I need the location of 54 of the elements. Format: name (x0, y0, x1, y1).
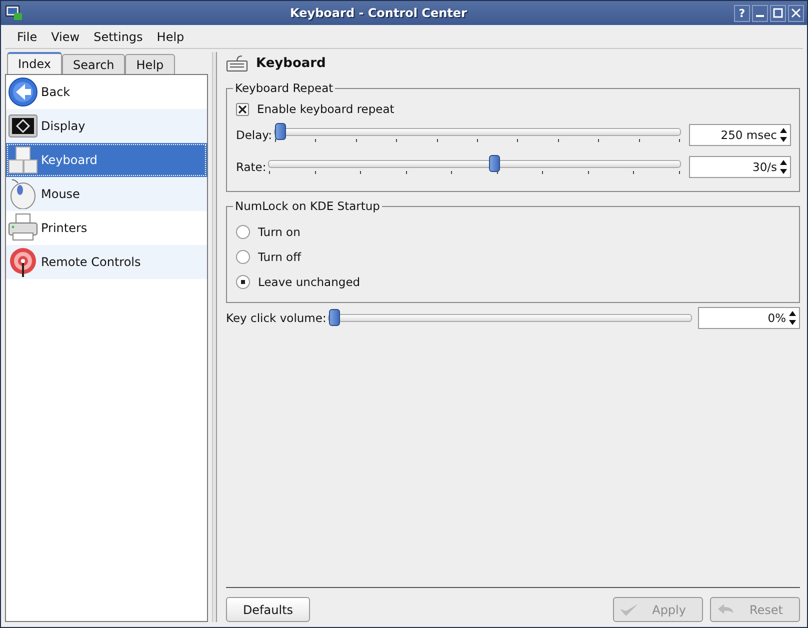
radio-label[interactable]: Turn on (258, 224, 300, 238)
radio-label[interactable]: Turn off (258, 250, 301, 264)
keys-icon (8, 145, 38, 175)
radio-button[interactable] (236, 250, 250, 264)
radio-button[interactable] (236, 274, 250, 288)
up-down-arrows-icon (788, 310, 797, 326)
check-icon (618, 602, 640, 618)
signal-antenna-icon (8, 247, 38, 277)
menu-item[interactable]: File (10, 30, 44, 44)
keyboard-icon (226, 54, 248, 72)
radio-button[interactable] (236, 224, 250, 238)
spin-box[interactable]: 30/s (689, 156, 791, 178)
up-down-arrows-icon (779, 127, 788, 143)
sidebar-item[interactable]: Keyboard (6, 143, 207, 177)
spin-box[interactable]: 250 msec (689, 124, 791, 146)
mouse-icon (8, 179, 38, 209)
computer-icon (5, 5, 23, 21)
sidebar-item[interactable]: Remote Controls (6, 245, 207, 279)
sidebar-item[interactable]: Printers (6, 211, 207, 245)
checkbox-label[interactable]: Enable keyboard repeat (257, 102, 394, 116)
slider-label: Delay: (236, 128, 272, 142)
radio-label[interactable]: Leave unchanged (258, 274, 360, 288)
minimize-button[interactable] (752, 4, 768, 22)
menu-item[interactable]: Settings (86, 30, 150, 44)
menu-item[interactable]: View (44, 30, 87, 44)
defaults-button[interactable]: Defaults (226, 597, 310, 622)
printer-icon (8, 213, 38, 243)
sidebar-item[interactable]: Mouse (6, 177, 207, 211)
tab[interactable]: Index (7, 52, 62, 74)
sidebar-item[interactable]: Back (6, 75, 207, 109)
slider-thumb[interactable] (329, 309, 340, 326)
spin-box[interactable]: 0% (698, 307, 800, 329)
maximize-icon (773, 8, 783, 18)
slider-thumb[interactable] (275, 123, 286, 140)
group-title: NumLock on KDE Startup (233, 199, 382, 213)
tab[interactable]: Help (125, 54, 175, 74)
tab[interactable]: Search (62, 54, 126, 74)
cross-icon (238, 104, 247, 114)
group-title: Keyboard Repeat (233, 81, 336, 95)
checkbox[interactable] (236, 102, 249, 116)
page-title: Keyboard (256, 56, 326, 70)
close-icon (791, 8, 801, 18)
window-title: Keyboard - Control Center (289, 6, 468, 20)
slider-thumb[interactable] (489, 155, 500, 172)
help-button[interactable]: ? (734, 4, 750, 22)
up-down-arrows-icon (779, 159, 788, 175)
maximize-button[interactable] (770, 4, 786, 22)
splitter-handle[interactable] (212, 52, 217, 622)
slider-label: Key click volume: (226, 311, 326, 325)
close-button[interactable] (788, 4, 804, 22)
minimize-icon (756, 15, 764, 17)
sidebar-item[interactable]: Display (6, 109, 207, 143)
menu-item[interactable]: Help (150, 30, 192, 44)
slider-label: Rate: (236, 160, 266, 174)
